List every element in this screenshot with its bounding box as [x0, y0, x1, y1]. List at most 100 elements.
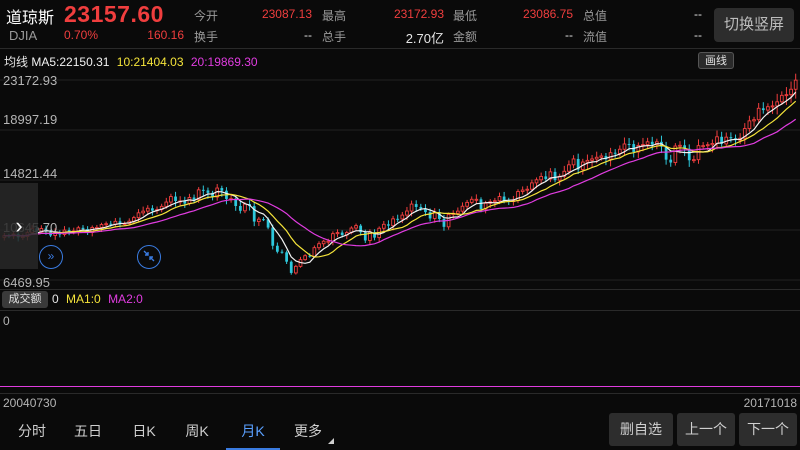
collapse-chart-button[interactable]	[137, 245, 161, 269]
tab-more-label: 更多	[294, 423, 322, 439]
candle-body	[627, 143, 631, 145]
tab-five-day[interactable]: 五日	[62, 415, 114, 450]
candle-body	[326, 240, 331, 243]
stat-label-high: 最高	[322, 9, 347, 23]
candle-body	[363, 232, 367, 241]
ma-legend: 均线 MA5:22150.31 10:21404.03 20:19869.30	[4, 53, 258, 70]
candle-body	[428, 212, 432, 219]
candle-body	[285, 252, 289, 262]
volume-divider-bottom	[0, 393, 800, 394]
candle-body	[793, 79, 798, 90]
candle-body	[400, 214, 405, 220]
ma10-value: 10:21404.03	[116, 55, 184, 69]
candle-body	[414, 204, 418, 207]
candle-body	[317, 243, 321, 249]
draw-line-button[interactable]: 画线	[698, 52, 734, 69]
candle-body	[705, 144, 710, 147]
candle-body	[497, 196, 502, 202]
candle-body	[206, 190, 210, 193]
candle-body	[405, 210, 409, 216]
tab-monthly-k[interactable]: 月K	[226, 415, 280, 450]
tab-weekly-k[interactable]: 周K	[170, 415, 224, 450]
index-name: 道琼斯	[6, 10, 55, 27]
candle-body	[770, 105, 775, 108]
change-amount: 160.16	[147, 28, 184, 42]
candle-body	[645, 141, 650, 146]
candle-body	[696, 145, 701, 161]
chevron-right-icon: ›	[15, 213, 23, 238]
stat-value-high: 23172.93	[393, 7, 444, 21]
candle-body	[174, 196, 177, 201]
candle-body	[520, 189, 525, 192]
candle-body	[81, 227, 85, 230]
candlestick-chart[interactable]	[0, 70, 800, 290]
candle-body	[594, 156, 599, 160]
candle-body	[585, 159, 590, 163]
candle-body	[280, 251, 284, 253]
y-axis-label-max: 23172.93	[3, 73, 58, 88]
tab-daily-k[interactable]: 日K	[118, 415, 170, 450]
corner-triangle-icon	[328, 438, 334, 444]
stat-value-float-value: --	[694, 28, 702, 42]
stat-label-low: 最低	[453, 9, 478, 23]
switch-portrait-button[interactable]: 切换竖屏	[714, 8, 794, 42]
candle-body	[381, 223, 386, 229]
volume-ma2: MA2:0	[108, 292, 143, 306]
expand-panel-button[interactable]: ›	[0, 183, 38, 269]
candle-body	[622, 143, 627, 150]
candle-body	[766, 106, 770, 111]
candle-body	[104, 223, 108, 226]
candle-body	[109, 223, 113, 225]
stat-value-total-value: --	[694, 7, 702, 21]
volume-divider	[0, 310, 800, 311]
candle-body	[669, 159, 673, 163]
candle-body	[539, 175, 543, 181]
candle-body	[479, 199, 483, 210]
y-axis-label-2: 18997.19	[3, 112, 58, 127]
start-date: 20040730	[3, 396, 57, 410]
candle-body	[590, 158, 594, 161]
remove-watchlist-button[interactable]: 删自选	[609, 413, 673, 446]
volume-ma-line	[0, 386, 800, 387]
header-divider	[0, 48, 800, 49]
candle-body	[169, 196, 173, 203]
stat-label-total-value: 总值	[583, 9, 608, 23]
candle-body	[465, 201, 469, 207]
candle-body	[396, 218, 400, 220]
candle-body	[151, 208, 154, 211]
candle-body	[303, 255, 307, 261]
ma10-line	[4, 100, 797, 258]
tab-intraday[interactable]: 分时	[6, 415, 58, 450]
ma20-value: 20:19869.30	[190, 55, 258, 69]
candle-body	[784, 94, 789, 97]
previous-button[interactable]: 上一个	[677, 413, 735, 446]
candle-body	[340, 232, 344, 235]
stat-value-open: 23087.13	[261, 7, 312, 21]
fast-forward-button[interactable]: »	[39, 245, 63, 269]
ma20-line	[4, 118, 797, 247]
candle-body	[456, 210, 460, 214]
candle-body	[257, 218, 261, 223]
candle-body	[145, 207, 150, 212]
candle-body	[710, 143, 715, 146]
candle-body	[442, 218, 446, 227]
candle-body	[409, 203, 414, 212]
candle-body	[312, 247, 317, 257]
volume-type-tag[interactable]: 成交额	[2, 291, 48, 308]
candle-body	[164, 201, 169, 207]
candle-body	[701, 145, 705, 148]
candle-body	[544, 176, 548, 179]
candle-body	[715, 136, 719, 144]
candle-body	[747, 120, 752, 129]
tab-more[interactable]: 更多	[282, 415, 334, 450]
candle-body	[321, 240, 326, 245]
next-button[interactable]: 下一个	[739, 413, 797, 446]
ma-prefix: 均线	[4, 55, 29, 69]
volume-value: 0	[52, 292, 59, 306]
candle-body	[99, 224, 104, 228]
candle-body	[761, 108, 765, 111]
double-chevron-right-icon: »	[47, 249, 55, 263]
stat-label-open: 今开	[194, 9, 219, 23]
candle-body	[136, 212, 141, 219]
candle-body	[756, 107, 761, 121]
